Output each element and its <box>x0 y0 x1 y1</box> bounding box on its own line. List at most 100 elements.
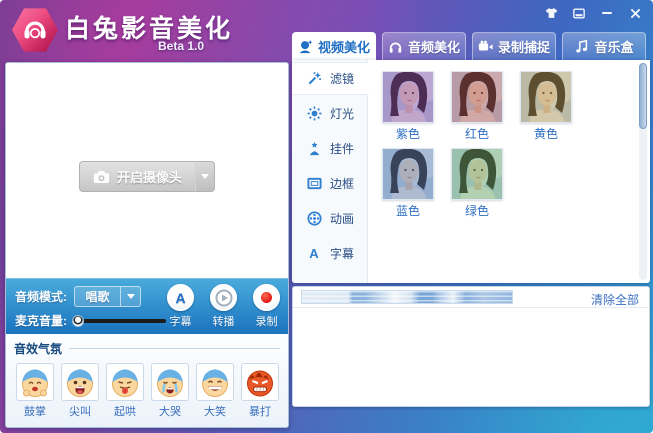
audio-beautify-icon <box>388 39 403 54</box>
laugh-face-icon <box>196 363 234 401</box>
subtitle-a-icon: A <box>167 284 194 311</box>
sound-effect-label: 大哭 <box>159 403 181 419</box>
filter-category-menu: 滤镜 灯光 <box>292 60 368 283</box>
relay-button[interactable]: 转播 <box>206 284 241 329</box>
menu-item-subtitle[interactable]: A 字幕 <box>292 237 367 270</box>
camera-source-dropdown[interactable] <box>195 161 215 192</box>
tab-video-beautify[interactable]: 视频美化 <box>292 32 376 60</box>
relay-button-label: 转播 <box>213 313 235 329</box>
subtitle-button-label: 字幕 <box>170 313 192 329</box>
open-camera-button-group: 开启摄像头 <box>79 161 215 192</box>
menu-item-label: 边框 <box>330 175 354 192</box>
relay-icon <box>210 284 237 311</box>
filter-scrollbar[interactable] <box>639 63 647 280</box>
animation-reel-icon <box>306 211 322 227</box>
tab-music-box[interactable]: 音乐盒 <box>562 32 646 60</box>
app-window: 白兔影音美化 Beta 1.0 视频美化 <box>0 0 653 433</box>
record-button[interactable]: 录制 <box>249 284 284 329</box>
sound-effect-applause[interactable]: 鼓掌 <box>16 363 54 419</box>
tray-button[interactable] <box>571 6 587 20</box>
open-camera-label: 开启摄像头 <box>117 167 182 186</box>
sound-effect-beat[interactable]: 暴打 <box>241 363 279 419</box>
video-beautify-icon <box>298 39 313 54</box>
menu-item-frame[interactable]: 边框 <box>292 167 367 200</box>
tab-label: 音乐盒 <box>594 37 633 56</box>
applied-effects-panel: 清除全部 <box>292 286 650 407</box>
scream-face-icon <box>61 363 99 401</box>
filter-red[interactable]: 红色 <box>451 71 503 142</box>
menu-item-label: 滤镜 <box>330 70 354 87</box>
record-dot-icon <box>253 284 280 311</box>
pendant-person-icon <box>306 141 322 157</box>
divider-line <box>69 348 280 349</box>
sound-effect-cry[interactable]: 大哭 <box>151 363 189 419</box>
menu-item-pendant[interactable]: 挂件 <box>292 132 367 165</box>
filter-tint-overlay <box>452 149 502 199</box>
record-capture-icon <box>478 39 493 54</box>
audio-mode-select[interactable]: 唱歌 <box>74 286 141 307</box>
version-label: Beta 1.0 <box>158 39 204 53</box>
camera-preview-area: 开启摄像头 <box>6 63 288 278</box>
filter-label: 黄色 <box>534 125 558 142</box>
menu-item-lighting[interactable]: 灯光 <box>292 97 367 130</box>
audio-control-bar: 音频模式: 唱歌 麦克音量: A 字幕 <box>6 278 288 334</box>
filter-grid: 紫色 红色 黄色 <box>382 71 636 219</box>
camera-icon <box>93 170 110 184</box>
mic-volume-knob[interactable] <box>72 315 84 327</box>
sound-effect-label: 暴打 <box>249 403 271 419</box>
filter-label: 紫色 <box>396 125 420 142</box>
sound-effect-label: 大笑 <box>204 403 226 419</box>
sound-effect-laugh[interactable]: 大笑 <box>196 363 234 419</box>
skin-button[interactable] <box>543 6 559 20</box>
audio-action-buttons: A 字幕 转播 录制 <box>163 284 284 329</box>
preview-card: 开启摄像头 音频模式: 唱歌 麦克音量: <box>5 62 289 428</box>
tab-label: 音频美化 <box>408 37 460 56</box>
sound-effects-section: 音效气氛 <box>6 334 288 428</box>
menu-item-filter[interactable]: 滤镜 <box>292 62 369 95</box>
clear-all-link[interactable]: 清除全部 <box>591 291 639 308</box>
filter-tint-overlay <box>452 72 502 122</box>
sound-effect-label: 尖叫 <box>69 403 91 419</box>
applause-face-icon <box>16 363 54 401</box>
applied-effects-header: 清除全部 <box>293 287 649 308</box>
cry-face-icon <box>151 363 189 401</box>
filter-label: 绿色 <box>465 202 489 219</box>
light-sun-icon <box>306 106 322 122</box>
menu-item-label: 挂件 <box>330 140 354 157</box>
filter-purple[interactable]: 紫色 <box>382 71 434 142</box>
menu-item-label: 字幕 <box>330 245 354 262</box>
menu-item-animation[interactable]: 动画 <box>292 202 367 235</box>
record-button-label: 录制 <box>256 313 278 329</box>
filter-label: 红色 <box>465 125 489 142</box>
tab-audio-beautify[interactable]: 音频美化 <box>382 32 466 60</box>
applied-effects-strip <box>301 290 513 304</box>
filter-thumbnail <box>382 71 434 123</box>
sound-effect-jeer[interactable]: 起哄 <box>106 363 144 419</box>
menu-item-label: 灯光 <box>330 105 354 122</box>
filter-green[interactable]: 绿色 <box>451 148 503 219</box>
minimize-button[interactable] <box>599 6 615 20</box>
filter-thumbnails-area: 紫色 红色 黄色 <box>369 60 636 283</box>
mic-volume-label: 麦克音量: <box>15 312 67 329</box>
audio-mode-row: 音频模式: 唱歌 <box>15 286 141 307</box>
subtitle-letter-icon: A <box>306 246 322 262</box>
sound-effects-header: 音效气氛 <box>14 340 280 357</box>
minimize-icon <box>602 12 612 14</box>
open-camera-button[interactable]: 开启摄像头 <box>79 161 195 192</box>
sound-effect-scream[interactable]: 尖叫 <box>61 363 99 419</box>
subtitle-button[interactable]: A 字幕 <box>163 284 198 329</box>
filter-thumbnail <box>451 148 503 200</box>
tab-record-capture[interactable]: 录制捕捉 <box>472 32 556 60</box>
jeer-face-icon <box>106 363 144 401</box>
audio-mode-value: 唱歌 <box>74 286 120 307</box>
sound-effects-title: 音效气氛 <box>14 340 62 357</box>
close-button[interactable] <box>627 6 643 20</box>
main-tabs: 视频美化 音频美化 录制捕捉 <box>292 32 646 60</box>
filter-blue[interactable]: 蓝色 <box>382 148 434 219</box>
filter-yellow[interactable]: 黄色 <box>520 71 572 142</box>
beat-face-icon <box>241 363 279 401</box>
mic-volume-slider[interactable] <box>74 319 166 323</box>
scrollbar-thumb[interactable] <box>639 63 647 129</box>
app-logo <box>12 7 58 53</box>
audio-mode-arrow[interactable] <box>120 286 141 307</box>
